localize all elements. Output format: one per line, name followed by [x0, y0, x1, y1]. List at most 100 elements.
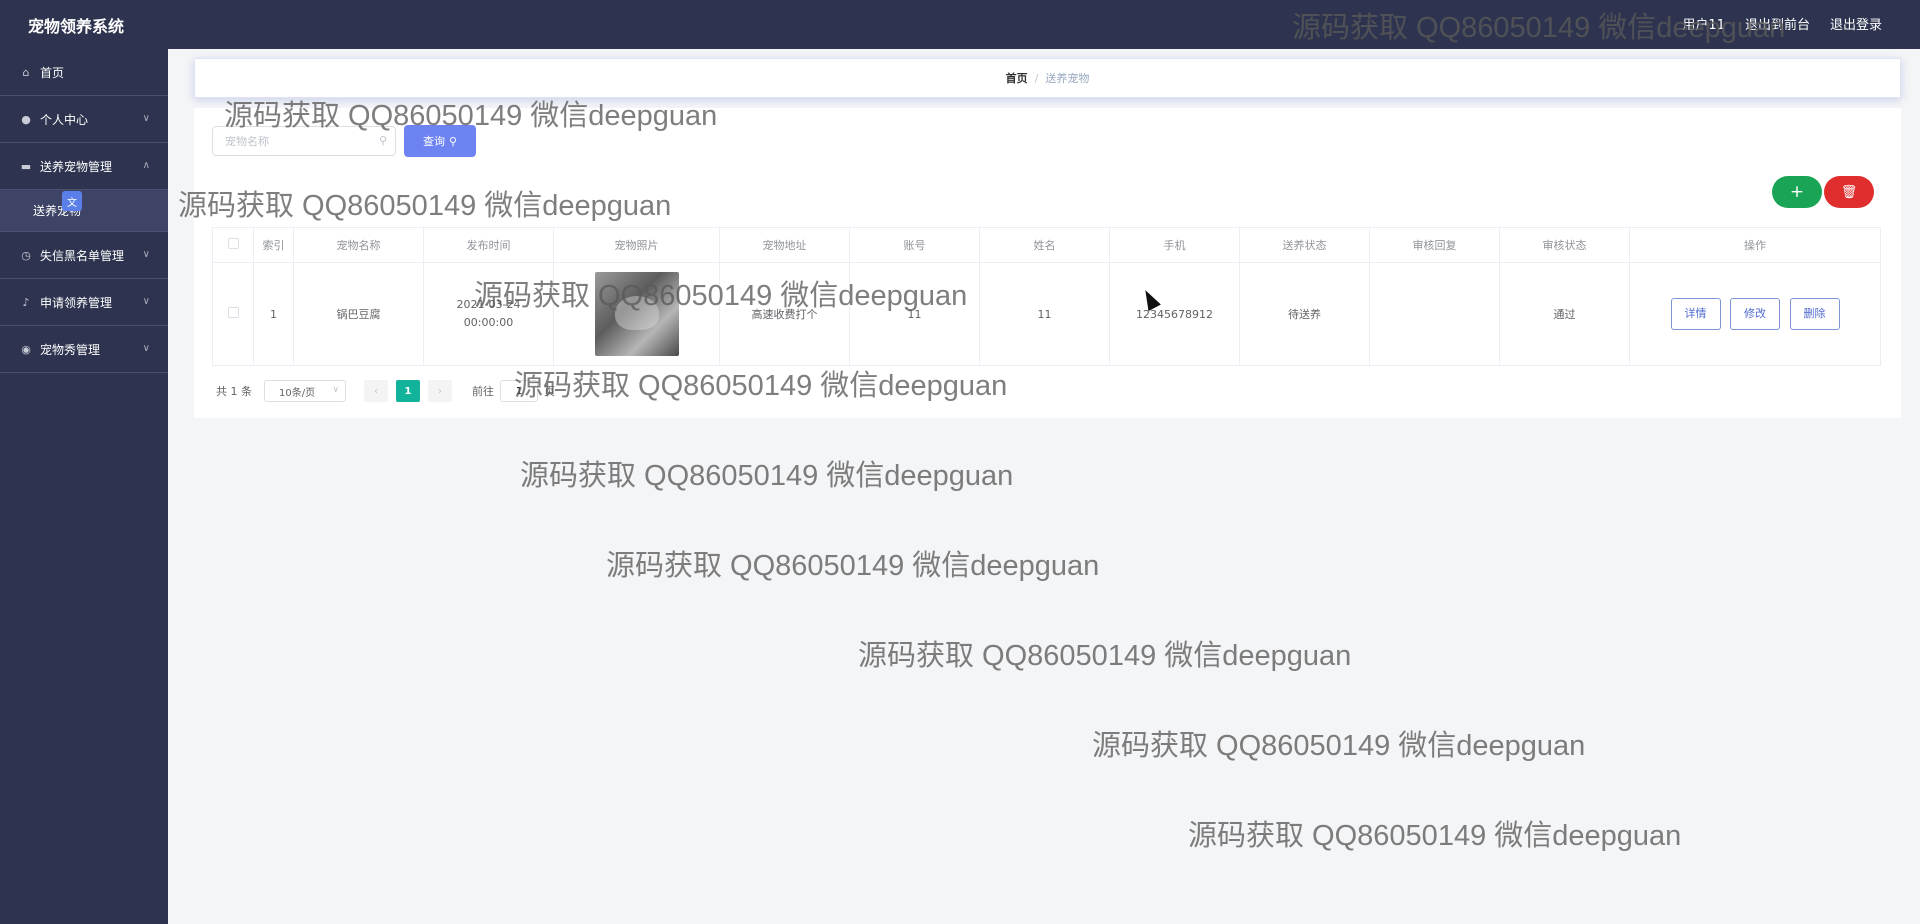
user-icon: ●	[21, 112, 31, 126]
sidebar-item-adoption-pet-management[interactable]: ▬ 送养宠物管理 ∧	[0, 143, 168, 190]
pagination-total: 共 1 条	[216, 385, 252, 398]
sidebar-item-label: 个人中心	[40, 112, 89, 127]
row-select-cell	[212, 262, 254, 366]
sidebar-item-home[interactable]: ⌂ 首页	[0, 49, 168, 96]
column-header: 索引	[253, 227, 294, 263]
sidebar-item-blacklist-management[interactable]: ◷ 失信黑名单管理 ∨	[0, 232, 168, 279]
query-button-label: 查询	[422, 135, 445, 148]
next-page-button[interactable]: ›	[428, 380, 452, 402]
column-header: 账号	[849, 227, 980, 263]
column-header: 姓名	[979, 227, 1110, 263]
page-size-value: 10条/页	[279, 387, 316, 399]
app-title: 宠物领养系统	[28, 17, 125, 36]
add-button[interactable]: +	[1772, 176, 1822, 208]
search-box: ⚲	[212, 126, 396, 156]
goto-page-input[interactable]	[500, 380, 538, 402]
search-icon: ⚲	[448, 134, 458, 148]
column-header: 审核回复	[1369, 227, 1500, 263]
cell-adopt-status: 待送养	[1239, 262, 1370, 366]
cell-name: 11	[979, 262, 1110, 366]
cell-phone: 12345678912	[1109, 262, 1240, 366]
box-icon: ▬	[20, 159, 32, 173]
cell-pet-photo	[553, 262, 720, 366]
table-header-row: 索引 宠物名称 发布时间 宠物照片 宠物地址 账号 姓名 手机 送养状态 审核回…	[212, 227, 1881, 263]
cell-actions: 详情 修改 删除	[1629, 262, 1881, 366]
chevron-down-icon: ∨	[142, 343, 150, 354]
prev-page-button[interactable]: ‹	[364, 380, 388, 402]
breadcrumb: 首页 / 送养宠物	[194, 58, 1901, 98]
trash-icon: 🗑	[1840, 184, 1858, 200]
pet-photo[interactable]	[594, 272, 679, 356]
search-icon: ⚲	[378, 134, 387, 147]
cell-account: 11	[849, 262, 980, 366]
back-to-frontend-link[interactable]: 退出到前台	[1745, 14, 1810, 33]
select-all-cell	[212, 227, 254, 263]
edit-button[interactable]: 修改	[1730, 298, 1780, 330]
sidebar-item-pet-show-management[interactable]: ◉ 宠物秀管理 ∨	[0, 326, 168, 373]
sidebar-item-label: 首页	[40, 65, 65, 80]
column-header: 宠物地址	[719, 227, 850, 263]
chevron-right-icon: ›	[438, 385, 442, 397]
chevron-down-icon: ∨	[142, 249, 150, 260]
delete-button[interactable]: 删除	[1789, 298, 1840, 330]
sidebar-item-label: 宠物秀管理	[40, 342, 101, 357]
search-input[interactable]	[213, 127, 363, 155]
mic-icon: ♪	[22, 295, 30, 309]
column-header: 审核状态	[1499, 227, 1630, 263]
page-size-select[interactable]: 10条/页 ∨	[264, 380, 346, 402]
watermark: 源码获取 QQ86050149 微信deepguan	[858, 640, 1352, 672]
watermark: 源码获取 QQ86050149 微信deepguan	[606, 550, 1100, 582]
column-header: 宠物照片	[553, 227, 720, 263]
chevron-up-icon: ∧	[142, 160, 150, 171]
column-header: 发布时间	[423, 227, 554, 263]
column-header: 手机	[1109, 227, 1240, 263]
page-unit-label: 页	[544, 385, 555, 398]
select-all-checkbox[interactable]	[227, 238, 239, 249]
clock-icon: ◷	[21, 248, 31, 262]
goto-label: 前往	[472, 385, 494, 398]
cell-pet-name: 锅巴豆腐	[293, 262, 424, 366]
top-bar: 宠物领养系统 用户11 退出到前台 退出登录	[0, 0, 1920, 49]
breadcrumb-home[interactable]: 首页	[1006, 70, 1028, 86]
cell-review-status: 通过	[1499, 262, 1630, 366]
cell-review-reply	[1369, 262, 1500, 366]
watermark: 源码获取 QQ86050149 微信deepguan	[1092, 730, 1586, 762]
plus-icon: +	[1789, 182, 1805, 202]
sidebar-item-label: 失信黑名单管理	[40, 248, 125, 263]
page-number-current[interactable]: 1	[396, 380, 420, 402]
column-header: 宠物名称	[293, 227, 424, 263]
pagination: 共 1 条 10条/页 ∨ ‹ 1 › 前往 页	[216, 380, 555, 402]
batch-delete-button[interactable]: 🗑	[1824, 176, 1874, 208]
cell-publish-time: 2021-03-24 00:00:00	[423, 262, 554, 366]
translate-icon: 文	[62, 191, 82, 211]
watermark: 源码获取 QQ86050149 微信deepguan	[520, 460, 1014, 492]
page-jump: 前往 页	[472, 380, 555, 402]
query-button[interactable]: 查询 ⚲	[404, 125, 476, 157]
watermark: 源码获取 QQ86050149 微信deepguan	[1188, 820, 1682, 852]
chevron-down-icon: ∨	[142, 296, 150, 307]
chevron-down-icon: ∨	[142, 113, 150, 124]
user-name: 用户11	[1682, 18, 1725, 33]
home-icon: ⌂	[22, 65, 30, 79]
sidebar: ⌂ 首页 ● 个人中心 ∨ ▬ 送养宠物管理 ∧ 文 送养宠物 ◷ 失信黑名单管…	[0, 49, 168, 924]
breadcrumb-separator: /	[1034, 71, 1039, 85]
sidebar-item-label: 申请领养管理	[40, 295, 113, 310]
cell-pet-address: 高速收费打个	[719, 262, 850, 366]
sidebar-item-adoption-application-management[interactable]: ♪ 申请领养管理 ∨	[0, 279, 168, 326]
chevron-left-icon: ‹	[374, 385, 378, 397]
chevron-down-icon: ∨	[332, 385, 339, 395]
row-checkbox[interactable]	[227, 307, 239, 318]
top-actions: 用户11 退出到前台 退出登录	[1682, 14, 1882, 33]
sidebar-subitem-adoption-pets[interactable]: 文 送养宠物	[0, 190, 168, 232]
table-row: 1 锅巴豆腐 2021-03-24 00:00:00 高速收费打个 11 11 …	[212, 262, 1881, 366]
content-panel: ⚲ 查询 ⚲ + 🗑 索引 宠物名称 发布时间 宠物照片 宠物地址 账号 姓名 …	[194, 108, 1901, 418]
column-header: 送养状态	[1239, 227, 1370, 263]
sidebar-item-personal-center[interactable]: ● 个人中心 ∨	[0, 96, 168, 143]
bulb-icon: ◉	[21, 342, 31, 356]
column-header: 操作	[1629, 227, 1881, 263]
cell-index: 1	[253, 262, 294, 366]
breadcrumb-current: 送养宠物	[1045, 72, 1090, 85]
detail-button[interactable]: 详情	[1670, 298, 1721, 330]
logout-link[interactable]: 退出登录	[1830, 14, 1882, 33]
pet-table: 索引 宠物名称 发布时间 宠物照片 宠物地址 账号 姓名 手机 送养状态 审核回…	[212, 227, 1881, 366]
